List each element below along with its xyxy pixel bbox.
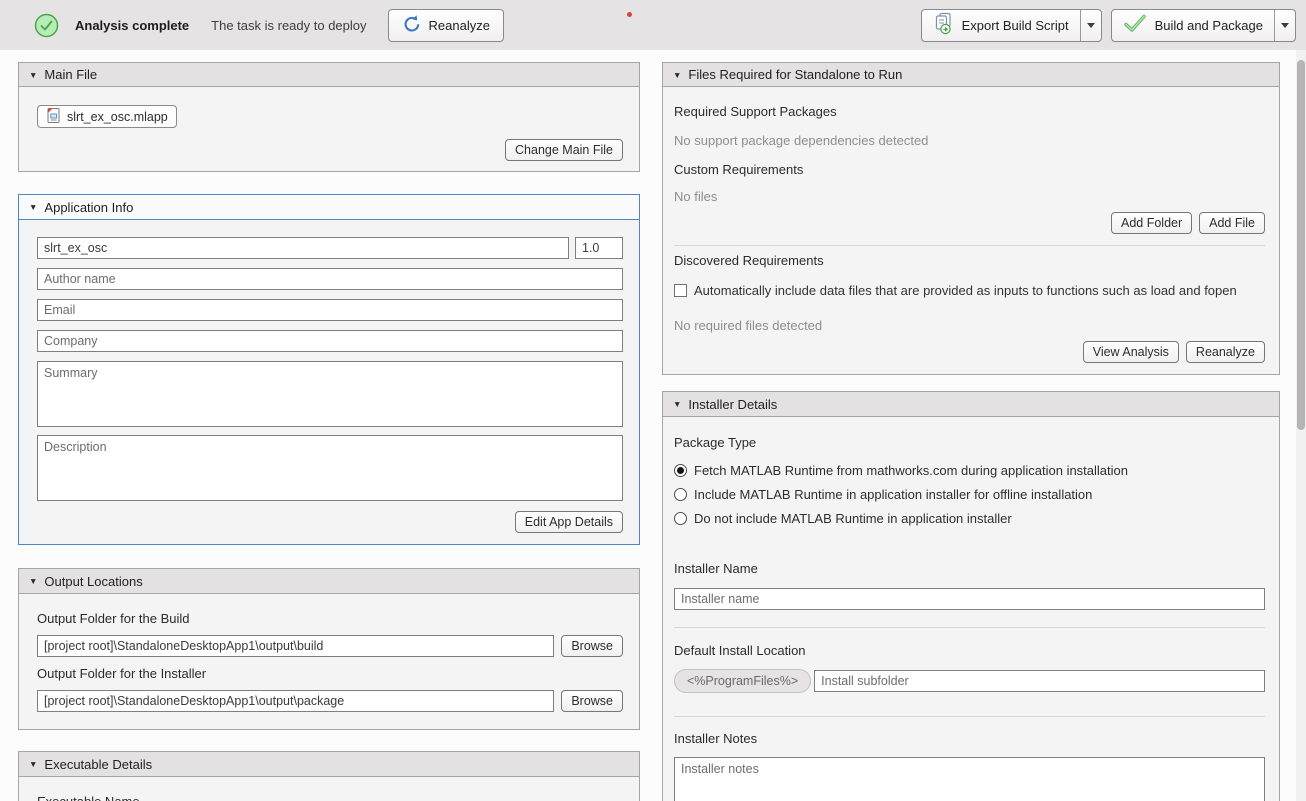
auto-include-checkbox[interactable] [674,284,687,297]
reanalyze-button[interactable]: Reanalyze [388,9,504,42]
recording-dot [627,12,632,17]
output-locations-title: Output Locations [44,574,142,589]
status-title: Analysis complete [75,18,189,33]
discovered-requirements-heading: Discovered Requirements [674,253,1265,268]
build-and-package-button[interactable]: Build and Package [1112,10,1274,41]
radio-include-runtime-label: Include MATLAB Runtime in application in… [694,487,1092,502]
analysis-complete-icon [34,13,59,38]
green-check-icon [1123,14,1147,36]
author-field[interactable] [37,268,623,290]
browse-installer-button[interactable]: Browse [561,690,623,712]
install-location-heading: Default Install Location [674,643,1265,658]
installer-folder-label: Output Folder for the Installer [37,666,623,681]
section-divider [674,716,1265,717]
executable-details-section: ▼ Executable Details Executable Name [18,751,640,801]
refresh-icon [402,14,422,37]
build-folder-label: Output Folder for the Build [37,611,623,626]
summary-field[interactable] [37,361,623,427]
files-required-header[interactable]: ▼ Files Required for Standalone to Run [663,63,1279,87]
radio-no-runtime-label: Do not include MATLAB Runtime in applica… [694,511,1012,526]
email-field[interactable] [37,299,623,321]
reanalyze-small-button[interactable]: Reanalyze [1186,341,1265,363]
application-info-section: ▼ Application Info Edit App Details [18,194,640,545]
toolbar: Analysis complete The task is ready to d… [0,0,1306,50]
output-locations-section: ▼ Output Locations Output Folder for the… [18,568,640,730]
install-subfolder-input[interactable] [814,670,1265,692]
app-name-field[interactable] [37,237,569,259]
main-file-header[interactable]: ▼ Main File [19,63,639,87]
discovered-empty-text: No required files detected [674,318,1265,333]
export-script-icon [933,12,954,38]
reanalyze-label: Reanalyze [429,18,490,33]
chevron-down-icon [1281,23,1289,28]
main-file-name: slrt_ex_osc.mlapp [67,110,168,124]
files-required-title: Files Required for Standalone to Run [688,67,902,82]
export-build-script-button[interactable]: Export Build Script [922,10,1080,41]
main-file-chip[interactable]: slrt_ex_osc.mlapp [37,105,177,128]
radio-no-runtime[interactable] [674,512,687,525]
build-folder-input[interactable] [37,635,554,657]
radio-include-runtime[interactable] [674,488,687,501]
program-files-chip: <%ProgramFiles%> [674,669,811,693]
installer-details-title: Installer Details [688,397,777,412]
edit-app-details-button[interactable]: Edit App Details [515,511,623,533]
application-info-title: Application Info [44,200,133,215]
executable-name-label: Executable Name [37,794,623,801]
radio-fetch-runtime-label: Fetch MATLAB Runtime from mathworks.com … [694,463,1128,478]
support-packages-heading: Required Support Packages [674,104,1265,119]
installer-notes-heading: Installer Notes [674,731,1265,746]
scrollbar-thumb[interactable] [1297,60,1305,430]
add-file-button[interactable]: Add File [1199,212,1265,234]
package-type-heading: Package Type [674,435,1265,450]
support-packages-empty-text: No support package dependencies detected [674,133,1265,148]
section-divider [674,245,1265,246]
collapse-triangle-icon: ▼ [29,576,37,586]
installer-name-heading: Installer Name [674,561,1265,576]
installer-name-input[interactable] [674,588,1265,610]
installer-folder-input[interactable] [37,690,554,712]
executable-details-title: Executable Details [44,757,152,772]
export-build-script-split-button: Export Build Script [921,9,1102,42]
mlapp-file-icon [46,107,61,127]
installer-details-section: ▼ Installer Details Package Type Fetch M… [662,391,1280,801]
deploy-task-content: ▼ Main File slrt_ex_osc.mlapp [0,50,1306,801]
output-locations-header[interactable]: ▼ Output Locations [19,569,639,594]
main-file-section: ▼ Main File slrt_ex_osc.mlapp [18,62,640,172]
version-field[interactable] [575,237,623,259]
add-folder-button[interactable]: Add Folder [1111,212,1192,234]
installer-notes-input[interactable] [674,757,1265,801]
collapse-triangle-icon: ▼ [29,202,37,212]
installer-details-header[interactable]: ▼ Installer Details [663,392,1279,417]
export-dropdown-arrow[interactable] [1080,10,1101,41]
browse-build-button[interactable]: Browse [561,635,623,657]
description-field[interactable] [37,435,623,501]
auto-include-label: Automatically include data files that ar… [694,283,1237,298]
view-analysis-button[interactable]: View Analysis [1083,341,1179,363]
section-divider [674,627,1265,628]
custom-requirements-heading: Custom Requirements [674,162,1265,177]
custom-requirements-empty-text: No files [674,189,1265,204]
chevron-down-icon [1087,23,1095,28]
toolbar-actions: Export Build Script Build and Package [921,9,1296,42]
collapse-triangle-icon: ▼ [29,70,37,80]
build-dropdown-arrow[interactable] [1274,10,1295,41]
collapse-triangle-icon: ▼ [673,70,681,80]
status-subtitle: The task is ready to deploy [211,18,366,33]
main-file-title: Main File [44,67,97,82]
application-info-header[interactable]: ▼ Application Info [19,195,639,220]
collapse-triangle-icon: ▼ [29,759,37,769]
vertical-scrollbar [1296,50,1306,801]
company-field[interactable] [37,330,623,352]
build-and-package-split-button: Build and Package [1111,9,1296,42]
files-required-section: ▼ Files Required for Standalone to Run R… [662,62,1280,375]
build-and-package-label: Build and Package [1155,18,1263,33]
collapse-triangle-icon: ▼ [673,399,681,409]
radio-fetch-runtime[interactable] [674,464,687,477]
change-main-file-button[interactable]: Change Main File [505,139,623,161]
executable-details-header[interactable]: ▼ Executable Details [19,752,639,777]
export-build-script-label: Export Build Script [962,18,1069,33]
